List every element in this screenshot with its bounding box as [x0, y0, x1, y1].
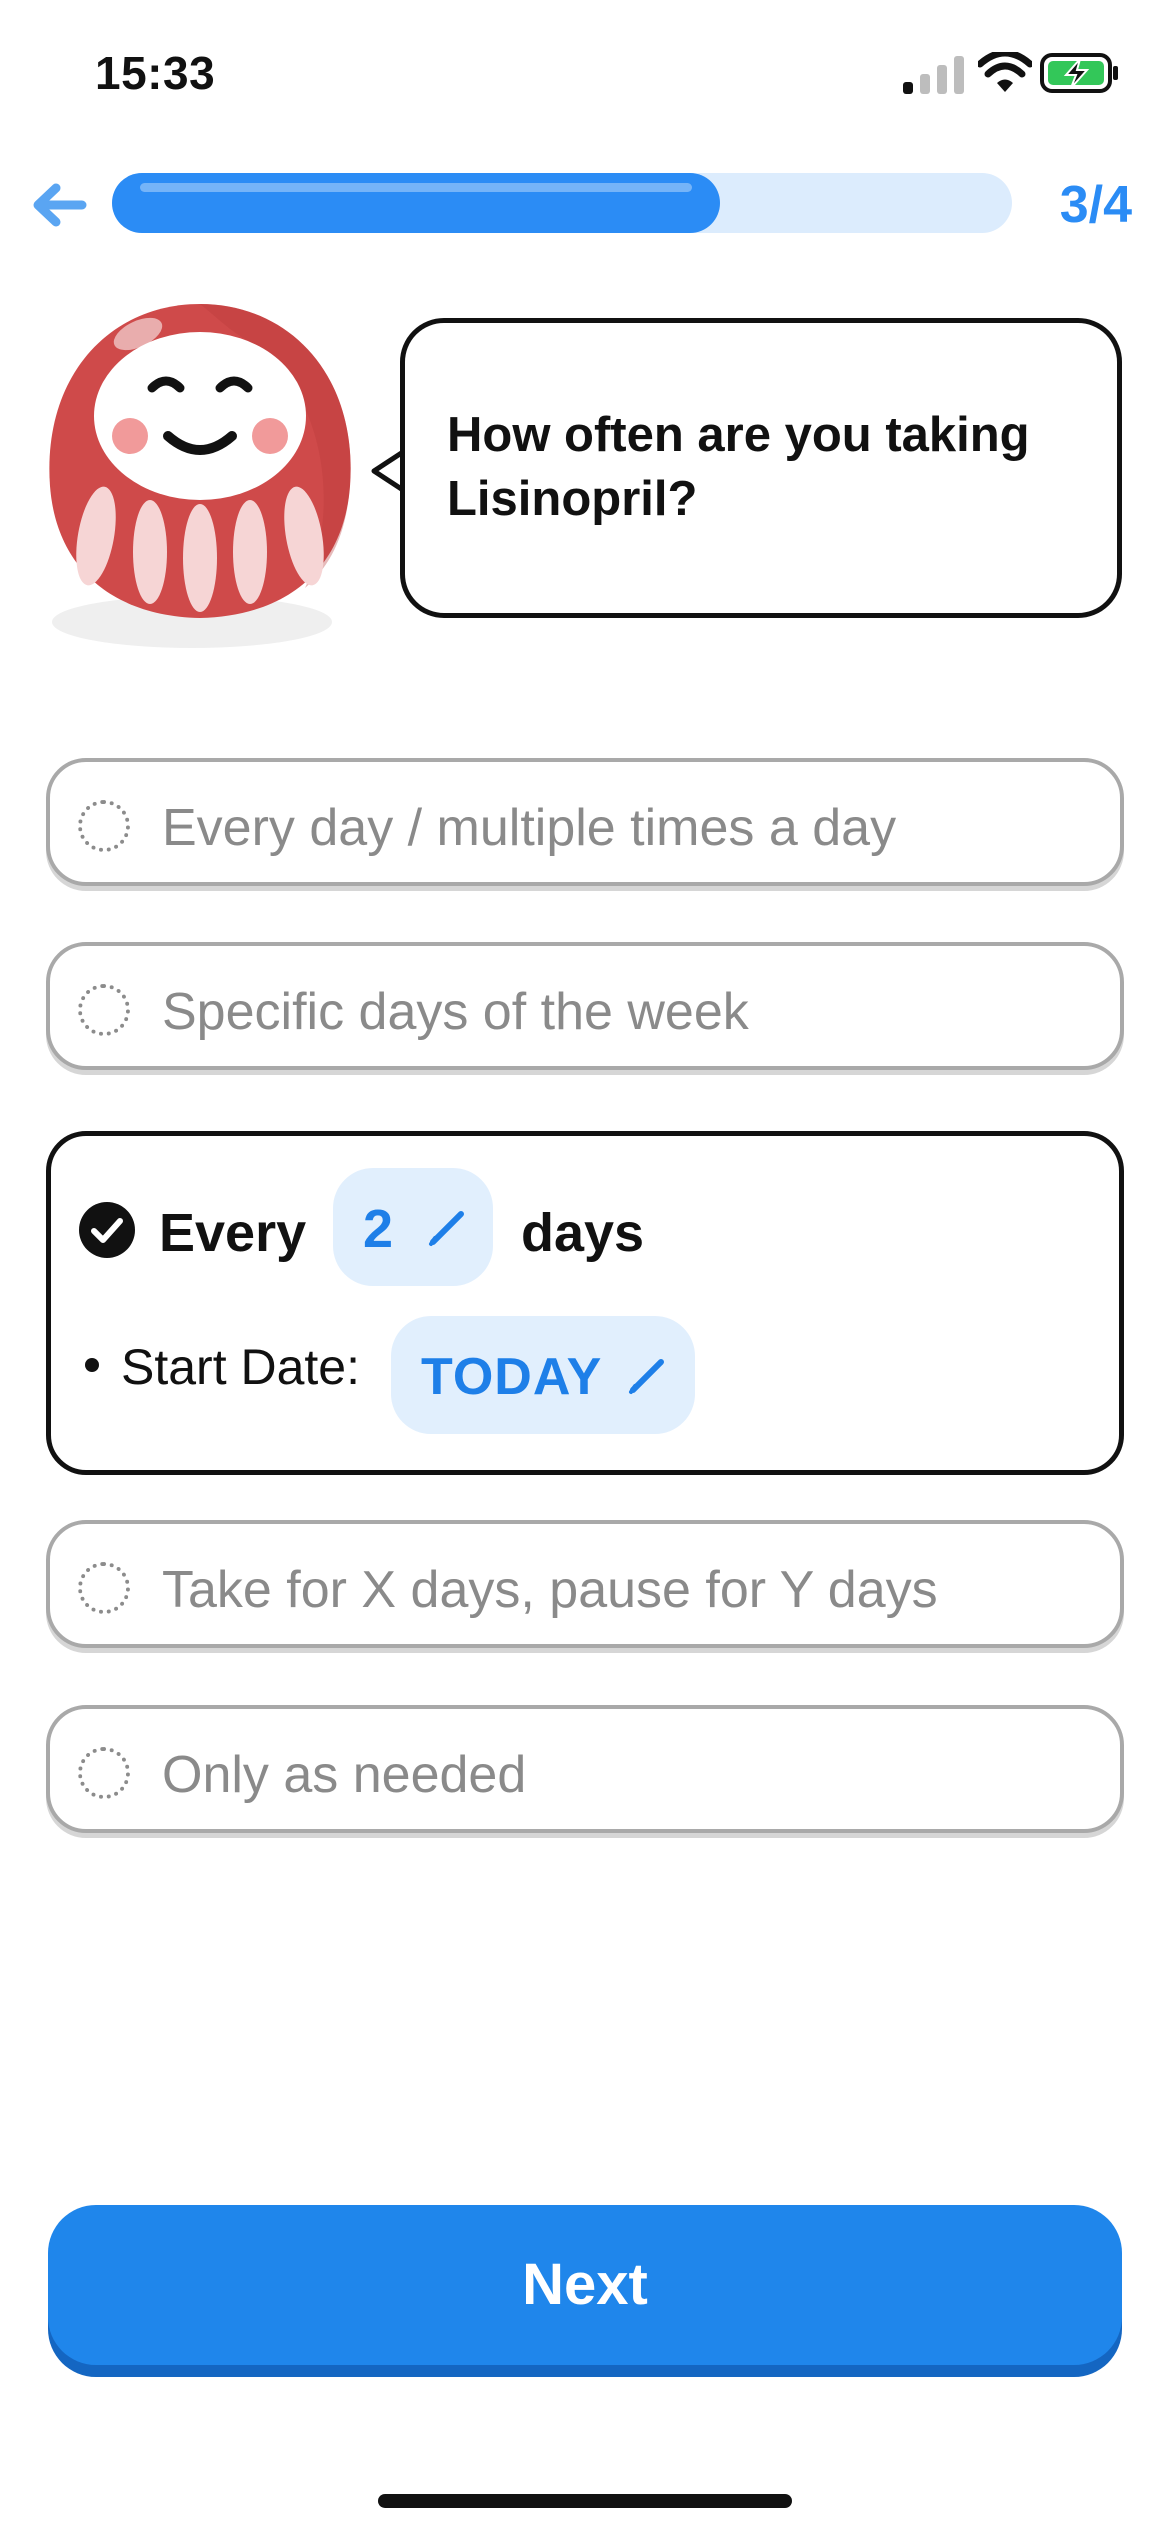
- battery-charging-icon: [1040, 53, 1118, 93]
- status-time: 15:33: [95, 47, 216, 99]
- bullet-point: [85, 1358, 99, 1372]
- option-label: Take for X days, pause for Y days: [162, 1561, 938, 1619]
- start-date-value: TODAY: [421, 1348, 603, 1406]
- wifi-icon: [978, 52, 1032, 92]
- interval-value-chip[interactable]: 2: [333, 1168, 493, 1286]
- option-as-needed[interactable]: Only as needed: [46, 1705, 1124, 1833]
- days-label: days: [521, 1203, 645, 1263]
- option-label: Every day / multiple times a day: [162, 799, 897, 857]
- daruma-mascot-icon: [49, 304, 351, 648]
- option-every-x-days[interactable]: Every 2 days Start Date: TODAY: [46, 1131, 1124, 1475]
- cellular-signal-icon: [903, 56, 964, 94]
- home-indicator: [378, 2494, 792, 2508]
- radio-unselected-icon: [78, 1562, 130, 1614]
- radio-unselected-icon: [78, 1747, 130, 1799]
- radio-unselected-icon: [78, 984, 130, 1036]
- next-button-label: Next: [522, 2252, 648, 2317]
- speech-bubble: How often are you taking Lisinopril?: [400, 318, 1122, 618]
- start-date-chip[interactable]: TODAY: [391, 1316, 695, 1434]
- radio-unselected-icon: [78, 800, 130, 852]
- back-arrow-icon[interactable]: [28, 180, 88, 230]
- pencil-icon: [429, 1211, 464, 1246]
- checkmark-circle-icon: [79, 1202, 135, 1258]
- step-counter: 3/4: [1059, 176, 1132, 234]
- progress-bar-highlight: [140, 183, 692, 192]
- option-label: Only as needed: [162, 1746, 527, 1804]
- progress-bar-fill: [112, 173, 720, 233]
- progress-bar: [112, 173, 1012, 233]
- next-button[interactable]: Next: [48, 2205, 1122, 2365]
- pencil-icon: [629, 1359, 664, 1394]
- question-text: How often are you taking Lisinopril?: [447, 408, 1030, 526]
- option-cycle-pause[interactable]: Take for X days, pause for Y days: [46, 1520, 1124, 1648]
- option-specific-days[interactable]: Specific days of the week: [46, 942, 1124, 1070]
- interval-value: 2: [363, 1199, 394, 1259]
- every-label: Every: [159, 1203, 307, 1263]
- option-label: Specific days of the week: [162, 983, 749, 1041]
- option-every-day[interactable]: Every day / multiple times a day: [46, 758, 1124, 886]
- start-date-label: Start Date:: [121, 1339, 360, 1395]
